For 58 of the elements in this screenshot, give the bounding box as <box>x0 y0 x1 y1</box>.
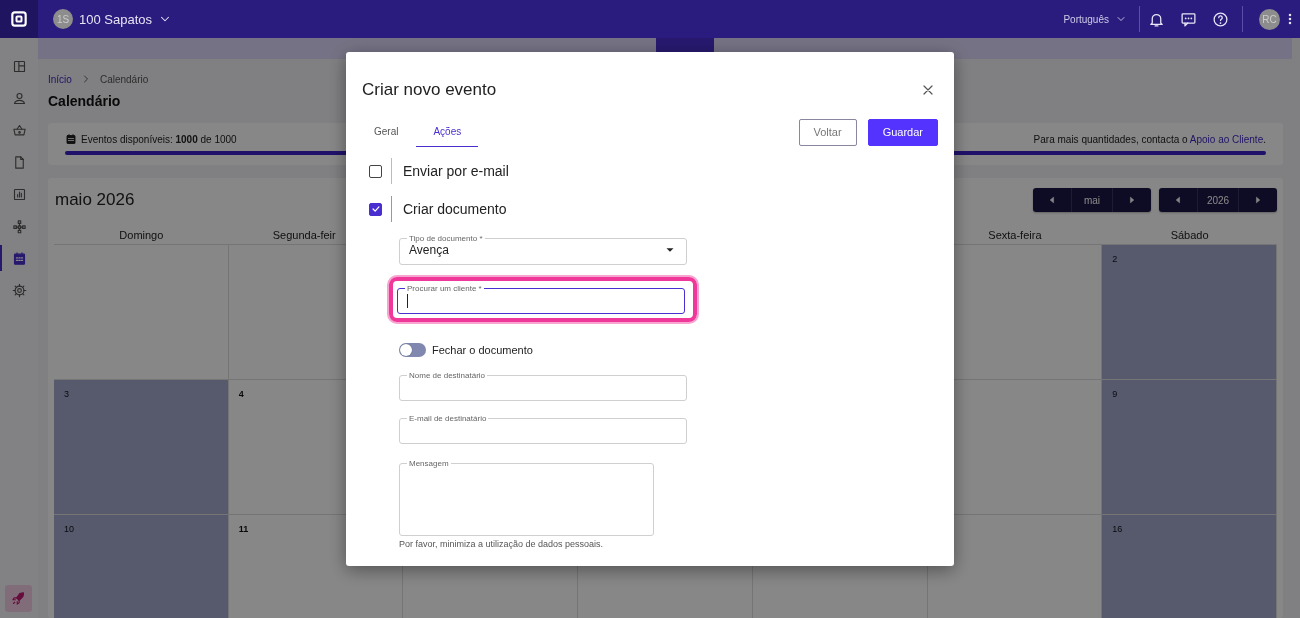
document-type-dropdown[interactable]: Tipo de documento * Avença <box>399 234 687 265</box>
layout-icon <box>11 58 27 74</box>
user-icon <box>11 90 27 106</box>
chart-icon <box>11 186 27 202</box>
settings-icon <box>11 282 27 298</box>
caret-right-icon <box>1253 195 1263 205</box>
usage-text: Eventos disponíveis: 1000 de 1000 <box>81 133 237 145</box>
caret-left-icon <box>1047 195 1057 205</box>
day-number: 11 <box>238 524 249 534</box>
day-number: 9 <box>1112 389 1118 399</box>
day-number: 4 <box>238 389 244 399</box>
company-avatar: 1S <box>53 9 73 29</box>
day-number: 3 <box>64 389 69 399</box>
checkbox[interactable] <box>369 164 382 178</box>
message-textarea[interactable]: Mensagem <box>399 459 654 536</box>
weekday-header: Sexta-feira <box>987 228 1043 243</box>
banner-button[interactable] <box>656 38 714 53</box>
language-selector[interactable]: Português <box>1063 13 1127 25</box>
save-button[interactable]: Guardar <box>867 118 938 146</box>
calendar-title: maio 2026 <box>55 190 135 210</box>
weekday-header: Segunda-feir <box>271 228 337 243</box>
page-title: Calendário <box>48 93 122 109</box>
calendar-day-cell[interactable] <box>54 245 229 380</box>
tab[interactable]: Geral <box>362 117 411 147</box>
weekday-header: Domingo <box>118 228 165 243</box>
caret-right-icon <box>1127 195 1137 205</box>
day-number: 16 <box>1112 524 1123 534</box>
dialog-title: Criar novo evento <box>362 80 498 100</box>
company-selector[interactable]: 1S 100 Sapatos <box>53 9 172 29</box>
logo-icon[interactable] <box>9 9 29 29</box>
input-field[interactable]: E-mail de destinatário <box>399 414 687 444</box>
network-icon <box>11 218 27 234</box>
support-note: Para mais quantidades, contacta o Apoio ao Cliente. <box>1033 133 1266 145</box>
chat-icon[interactable] <box>1179 10 1197 28</box>
checkbox[interactable] <box>369 202 382 216</box>
day-number: 10 <box>64 524 74 534</box>
back-button[interactable]: Voltar <box>798 118 857 146</box>
year-label: 2026 <box>1197 188 1239 212</box>
month-label: mai <box>1071 188 1113 212</box>
weekday-header: Sábado <box>1169 228 1210 243</box>
basket-icon <box>11 122 27 138</box>
caret-left-icon <box>1173 195 1183 205</box>
help-icon[interactable] <box>1211 10 1229 28</box>
calendar-icon <box>65 133 77 145</box>
day-number: 2 <box>1112 254 1118 264</box>
toggle-switch[interactable]: Fechar o documento <box>399 342 533 358</box>
check-icon <box>370 204 381 214</box>
breadcrumb-current: Calendário <box>99 73 149 85</box>
checkbox-label: Criar documento <box>403 201 507 217</box>
input-field[interactable]: Procurar um cliente * <box>397 284 685 314</box>
rocket-icon <box>11 591 26 606</box>
rocket-button[interactable] <box>5 585 32 612</box>
checkbox-label: Enviar por e-mail <box>403 163 509 179</box>
tab[interactable]: Ações <box>416 117 479 147</box>
input-field[interactable]: Nome de destinatário <box>399 371 687 401</box>
calendar-icon <box>11 250 27 266</box>
breadcrumb-link[interactable]: Início <box>48 73 72 85</box>
helper-text: Por favor, minimiza a utilização de dados pessoais. <box>399 539 605 549</box>
